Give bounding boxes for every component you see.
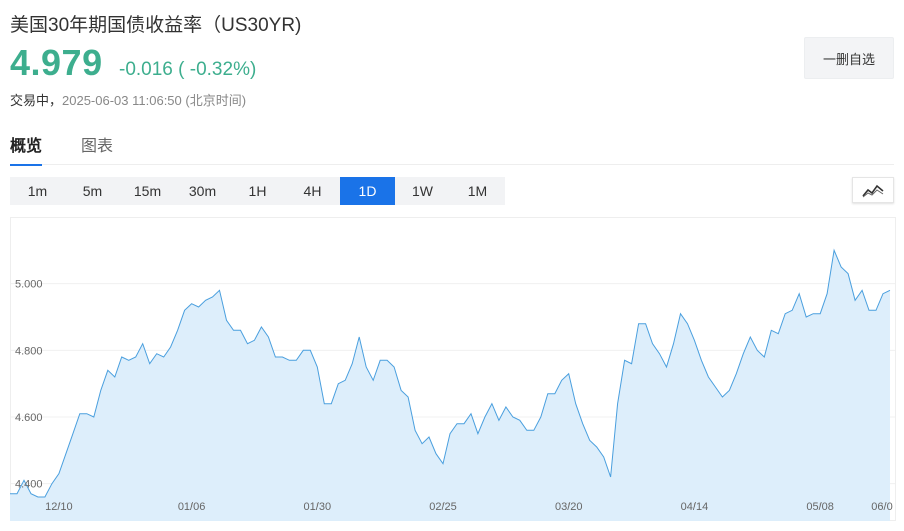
period-15m[interactable]: 15m bbox=[120, 177, 175, 205]
chart-type-button[interactable] bbox=[852, 177, 894, 203]
period-4h[interactable]: 4H bbox=[285, 177, 340, 205]
y-tick-label: 4.600 bbox=[15, 412, 43, 424]
price-chart[interactable]: 4.400 4.600 4.800 5.000 12/10 01/06 01/30 02/2… bbox=[10, 217, 896, 521]
y-tick-label: 5.000 bbox=[15, 279, 43, 291]
x-tick-label: 02/25 bbox=[429, 501, 457, 513]
x-tick-label: 05/08 bbox=[806, 501, 834, 513]
period-1d[interactable]: 1D bbox=[340, 177, 395, 205]
current-price: 4.979 bbox=[10, 42, 103, 83]
period-selector: 1m 5m 15m 30m 1H 4H 1D 1W 1M bbox=[10, 177, 505, 205]
change-percent: ( -0.32%) bbox=[178, 59, 257, 80]
tab-chart[interactable]: 图表 bbox=[81, 132, 113, 164]
period-1mo[interactable]: 1M bbox=[450, 177, 505, 205]
remove-favorite-button[interactable]: 一删自选 bbox=[804, 37, 894, 79]
area-chart-svg[interactable]: 4.400 4.600 4.800 5.000 12/10 01/06 01/30 02/2… bbox=[10, 217, 896, 521]
x-tick-label: 03/20 bbox=[555, 501, 583, 513]
y-tick-label: 4.400 bbox=[15, 479, 43, 491]
period-1m[interactable]: 1m bbox=[10, 177, 65, 205]
period-1w[interactable]: 1W bbox=[395, 177, 450, 205]
x-tick-label: 04/14 bbox=[681, 501, 709, 513]
timezone: (北京时间) bbox=[185, 93, 247, 108]
price-change: -0.016 ( -0.32%) bbox=[119, 59, 256, 81]
trading-status: 交易中，2025-06-03 11:06:50 (北京时间) bbox=[10, 90, 246, 109]
status-label: 交易中， bbox=[10, 93, 63, 108]
change-value: -0.016 bbox=[119, 59, 173, 80]
page-title: 美国30年期国债收益率（US30YR) bbox=[10, 15, 302, 36]
tab-overview[interactable]: 概览 bbox=[10, 132, 43, 166]
timestamp: 2025-06-03 11:06:50 bbox=[62, 93, 182, 108]
period-30m[interactable]: 30m bbox=[175, 177, 230, 205]
x-tick-label: 12/10 bbox=[45, 501, 73, 513]
x-tick-label: 01/06 bbox=[178, 501, 206, 513]
x-tick-label: 01/30 bbox=[304, 501, 332, 513]
tab-bar: 概览 图表 bbox=[10, 124, 894, 166]
period-1h[interactable]: 1H bbox=[230, 177, 285, 205]
y-tick-label: 4.800 bbox=[15, 345, 43, 357]
x-tick-label: 06/0 bbox=[871, 501, 892, 513]
line-chart-icon bbox=[862, 184, 884, 198]
period-5m[interactable]: 5m bbox=[65, 177, 120, 205]
